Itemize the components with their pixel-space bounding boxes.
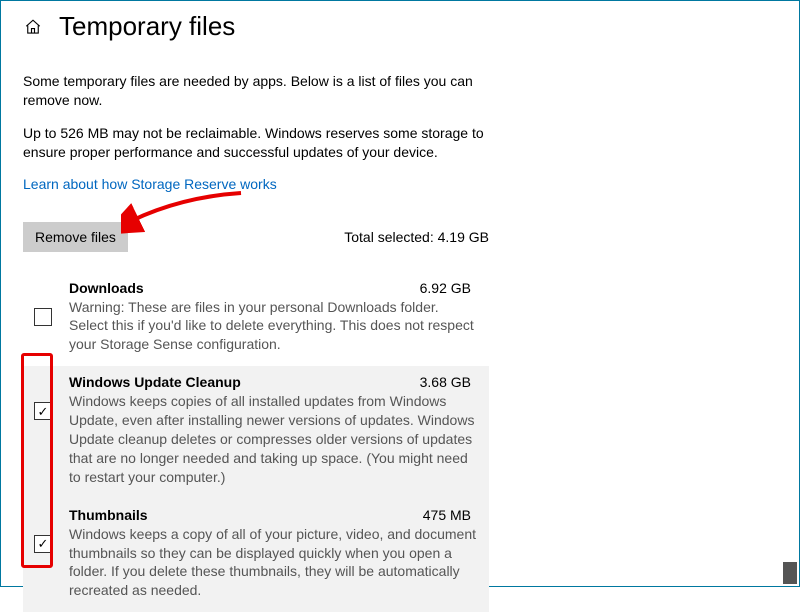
home-icon[interactable] (23, 17, 43, 37)
item-description: Warning: These are files in your persona… (69, 298, 479, 355)
reserve-note: Up to 526 MB may not be reclaimable. Win… (23, 124, 489, 162)
item-title: Downloads (69, 280, 144, 296)
item-title: Thumbnails (69, 507, 148, 523)
checkbox-downloads[interactable] (34, 308, 52, 326)
checkbox-windows-update-cleanup[interactable]: ✓ (34, 402, 52, 420)
list-item[interactable]: Downloads 6.92 GB Warning: These are fil… (23, 272, 489, 367)
checkmark-icon: ✓ (38, 405, 49, 418)
main-content: Some temporary files are needed by apps.… (1, 72, 511, 612)
item-description: Windows keeps a copy of all of your pict… (69, 525, 479, 601)
item-size: 3.68 GB (420, 374, 479, 390)
checkbox-thumbnails[interactable]: ✓ (34, 535, 52, 553)
storage-reserve-link[interactable]: Learn about how Storage Reserve works (23, 176, 277, 192)
list-item[interactable]: ✓ Thumbnails 475 MB Windows keeps a copy… (23, 499, 489, 612)
action-row: Remove files Total selected: 4.19 GB (23, 222, 489, 252)
item-size: 475 MB (423, 507, 479, 523)
page-header: Temporary files (1, 1, 799, 50)
item-size: 6.92 GB (420, 280, 479, 296)
total-selected-label: Total selected: 4.19 GB (344, 229, 489, 245)
file-list: Downloads 6.92 GB Warning: These are fil… (23, 272, 489, 612)
page-title: Temporary files (59, 11, 235, 42)
item-description: Windows keeps copies of all installed up… (69, 392, 479, 486)
list-item[interactable]: ✓ Windows Update Cleanup 3.68 GB Windows… (23, 366, 489, 498)
scrollbar-thumb[interactable] (783, 562, 797, 584)
checkmark-icon: ✓ (38, 537, 49, 550)
item-title: Windows Update Cleanup (69, 374, 241, 390)
remove-files-button[interactable]: Remove files (23, 222, 128, 252)
intro-text: Some temporary files are needed by apps.… (23, 72, 489, 110)
